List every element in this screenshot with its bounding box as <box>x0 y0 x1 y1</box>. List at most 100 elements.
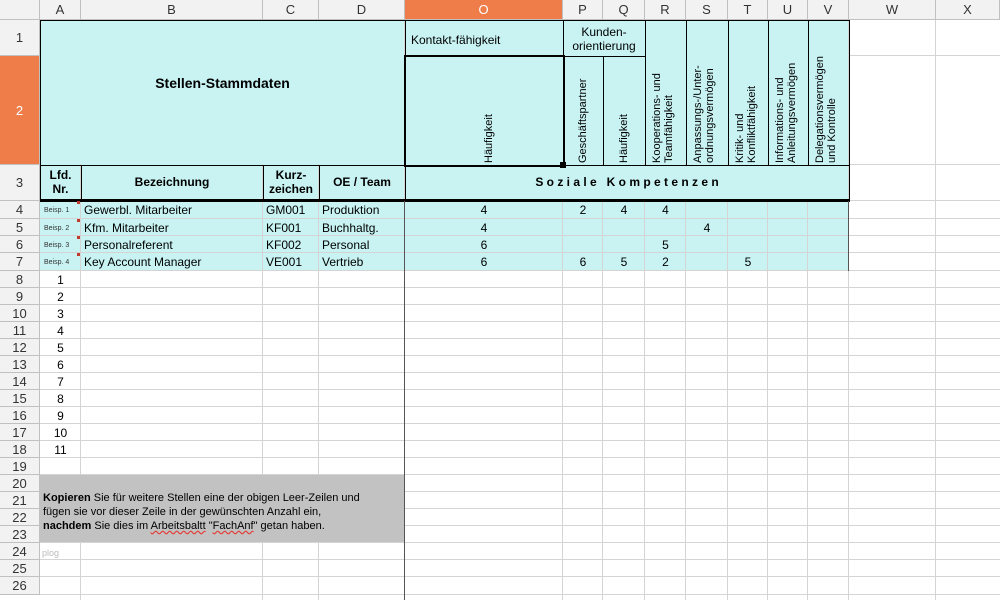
example-tag: Beisp. 3 <box>44 242 70 249</box>
row-header-2[interactable]: 2 <box>0 56 40 165</box>
row-header-16[interactable]: 16 <box>0 407 40 424</box>
example-value-p: 6 <box>579 255 587 269</box>
row-number: 7 <box>57 375 64 389</box>
column-header-c[interactable]: C <box>263 0 319 20</box>
row-header-9[interactable]: 9 <box>0 288 40 305</box>
example-value-o: 6 <box>480 255 488 269</box>
row-number: 8 <box>57 392 64 406</box>
row-header-26[interactable]: 26 <box>0 577 40 595</box>
row-header-21[interactable]: 21 <box>0 492 40 509</box>
note-text3e: " getan haben. <box>253 520 325 532</box>
note-line3: nachdem Sie dies im Arbeitsbaltt "FachAn… <box>43 519 325 533</box>
row-number: 4 <box>57 324 64 338</box>
column-header-x[interactable]: X <box>936 0 1000 20</box>
grid-hline <box>40 218 1000 219</box>
grid-hline <box>40 252 1000 253</box>
watermark: plog <box>42 548 60 558</box>
example-value-q: 5 <box>620 255 628 269</box>
row-header-12[interactable]: 12 <box>0 339 40 356</box>
col-v-header-line1: Delegationsvermögen <box>814 55 826 163</box>
row-header-8[interactable]: 8 <box>0 271 40 288</box>
grid-hline <box>40 270 1000 271</box>
grid-hline <box>40 338 1000 339</box>
col-v-header-line2: und Kontrolle <box>826 98 838 163</box>
grid-hline <box>40 372 1000 373</box>
column-header-s[interactable]: S <box>686 0 728 20</box>
col-u-header-line2: Anleitungsvermögen <box>786 62 798 163</box>
row-header-25[interactable]: 25 <box>0 560 40 577</box>
column-header-p[interactable]: P <box>563 0 603 20</box>
grid-hline <box>40 423 1000 424</box>
grid-hline <box>40 542 1000 543</box>
row-header-10[interactable]: 10 <box>0 305 40 322</box>
row-header-13[interactable]: 13 <box>0 356 40 373</box>
example-oe: Buchhaltg. <box>322 221 379 235</box>
lfd-header-line2: Nr. <box>52 182 69 196</box>
example-oe: Produktion <box>322 203 380 217</box>
row-header-11[interactable]: 11 <box>0 322 40 339</box>
fill-handle[interactable] <box>560 162 566 168</box>
row-header-4[interactable]: 4 <box>0 201 40 219</box>
col-t-header-line1: Kritik- und <box>734 113 746 163</box>
row-header-20[interactable]: 20 <box>0 475 40 492</box>
column-header-q[interactable]: Q <box>603 0 645 20</box>
note-fachanf: FachAnf <box>212 520 254 532</box>
haeufigkeit-q-header: Häufigkeit <box>618 114 630 163</box>
comment-indicator <box>77 253 80 256</box>
grid-hline <box>40 304 1000 305</box>
row-header-5[interactable]: 5 <box>0 219 40 236</box>
grid-hline <box>40 355 1000 356</box>
geschaeftspartner-header: Geschäftspartner <box>577 78 589 163</box>
note-nachdem: nachdem <box>43 520 92 532</box>
row-header-14[interactable]: 14 <box>0 373 40 390</box>
example-value-r: 4 <box>662 203 669 217</box>
column-header-v[interactable]: V <box>808 0 849 20</box>
grid-hline <box>849 164 1000 165</box>
row-header-1[interactable]: 1 <box>0 20 40 56</box>
note-text1: Sie für weitere Stellen eine der obigen … <box>90 492 360 504</box>
row-header-17[interactable]: 17 <box>0 424 40 441</box>
column-header-b[interactable]: B <box>81 0 263 20</box>
row-header-22[interactable]: 22 <box>0 509 40 526</box>
row-header-7[interactable]: 7 <box>0 253 40 271</box>
kunden-header-line2: orientierung <box>572 39 636 53</box>
row-number: 5 <box>57 341 64 355</box>
column-header-t[interactable]: T <box>728 0 768 20</box>
grid-hline <box>40 457 1000 458</box>
column-header-u[interactable]: U <box>768 0 808 20</box>
spreadsheet-grid[interactable]: A B C D O P Q R S T U V W X 1 2 3 4 5 6 7 8 9 10 11 12 13 14 15 16 17 1… <box>0 0 1000 600</box>
example-value-q: 4 <box>620 203 628 217</box>
grid-hline <box>40 321 1000 322</box>
example-value-r: 2 <box>662 255 669 269</box>
haeufigkeit-o-header: Häufigkeit <box>483 114 495 163</box>
col-s-header-line2: ordnungsvermögen <box>704 68 716 163</box>
row-header-23[interactable]: 23 <box>0 526 40 543</box>
grid-hline <box>40 389 1000 390</box>
example-code: VE001 <box>266 255 303 269</box>
row-number: 9 <box>57 409 64 423</box>
example-value-r: 5 <box>662 238 669 252</box>
oe-header: OE / Team <box>333 175 391 189</box>
kunden-header-line1: Kunden- <box>581 25 627 39</box>
row-header-18[interactable]: 18 <box>0 441 40 458</box>
row-header-3[interactable]: 3 <box>0 165 40 201</box>
example-value-o: 4 <box>480 203 488 217</box>
column-header-a[interactable]: A <box>40 0 81 20</box>
grid-hline <box>40 559 1000 560</box>
note-text3a: Sie dies im <box>91 520 151 532</box>
example-oe: Vertrieb <box>322 255 364 269</box>
column-header-o[interactable]: O <box>405 0 563 20</box>
select-all-corner[interactable] <box>0 0 40 20</box>
column-header-r[interactable]: R <box>645 0 686 20</box>
column-header-w[interactable]: W <box>849 0 936 20</box>
row-header-19[interactable]: 19 <box>0 458 40 475</box>
example-tag: Beisp. 4 <box>44 259 70 266</box>
row-header-24[interactable]: 24 <box>0 543 40 560</box>
example-code: GM001 <box>266 203 306 217</box>
bezeichnung-header: Bezeichnung <box>134 175 210 189</box>
column-header-d[interactable]: D <box>319 0 405 20</box>
title-cell-border <box>40 20 406 166</box>
row-header-15[interactable]: 15 <box>0 390 40 407</box>
row-header-6[interactable]: 6 <box>0 236 40 253</box>
row-number: 1 <box>57 273 64 287</box>
